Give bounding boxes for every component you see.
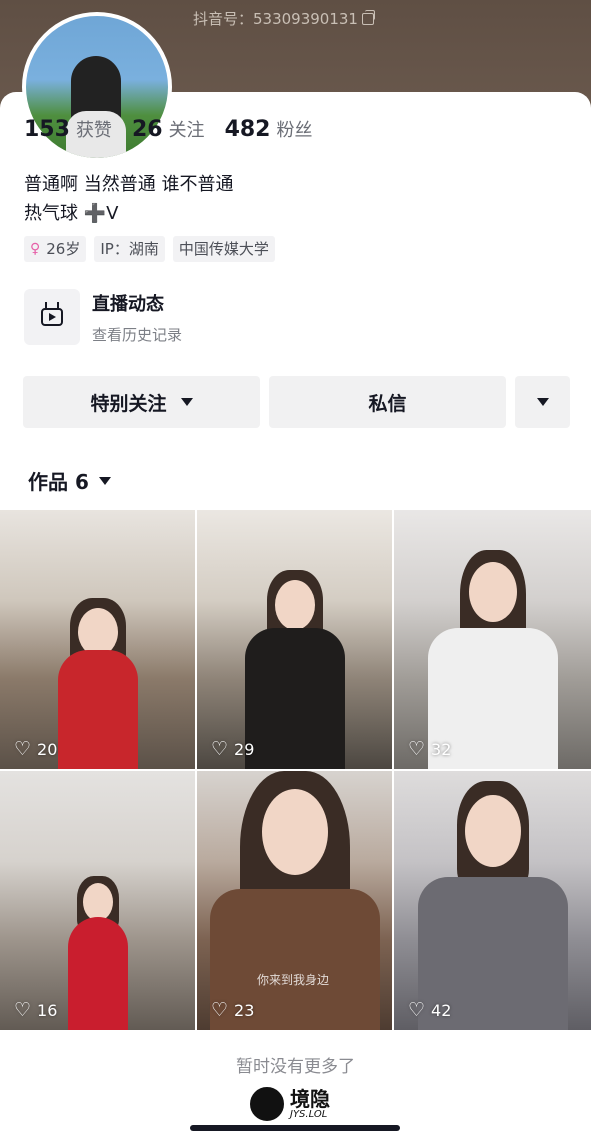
copy-icon[interactable]: [361, 9, 375, 25]
profile-bio: 普通啊 当然普通 谁不普通 热气球 ➕V: [24, 170, 233, 228]
ip-tag: IP：湖南: [94, 236, 165, 262]
bio-line: 热气球 ➕V: [24, 203, 119, 224]
profile-tags: ♀ 26岁 IP：湖南 中国传媒大学: [24, 236, 275, 262]
heart-icon: ♡: [211, 999, 229, 1021]
stat-followers[interactable]: 482 粉丝: [225, 116, 313, 142]
works-tab[interactable]: 作品 6: [28, 466, 111, 495]
female-icon: ♀: [30, 241, 41, 257]
video-thumbnail[interactable]: ♡ 42: [394, 771, 591, 1030]
live-history-entry[interactable]: 直播动态 查看历史记录: [24, 289, 182, 345]
heart-icon: ♡: [14, 999, 32, 1021]
message-button[interactable]: 私信: [269, 376, 506, 428]
like-count: ♡ 29: [211, 738, 255, 760]
age-tag: ♀ 26岁: [24, 236, 87, 262]
like-count: ♡ 16: [14, 999, 58, 1021]
profile-actions: 特别关注 私信: [23, 376, 570, 428]
video-thumbnail[interactable]: ♡ 32: [394, 510, 591, 769]
home-indicator[interactable]: [190, 1125, 400, 1131]
like-count: ♡ 42: [408, 999, 452, 1021]
live-title: 直播动态: [92, 293, 164, 315]
profile-card: 153 获赞 26 关注 482 粉丝 普通啊 当然普通 谁不普通 热气球 ➕V…: [0, 12, 591, 1143]
school-tag[interactable]: 中国传媒大学: [172, 236, 275, 262]
video-thumbnail[interactable]: ♡ 20: [0, 510, 195, 769]
like-count: ♡ 20: [14, 738, 58, 760]
video-caption: 你来到我身边: [257, 973, 330, 987]
caret-down-icon: [180, 398, 193, 406]
more-options-button[interactable]: [515, 376, 570, 428]
bio-line: 普通啊 当然普通 谁不普通: [24, 174, 234, 195]
special-follow-button[interactable]: 特别关注: [23, 376, 260, 428]
heart-icon: ♡: [14, 738, 32, 760]
stat-following[interactable]: 26 关注: [132, 116, 205, 142]
douyin-id[interactable]: 抖音号：53309390131: [193, 8, 375, 29]
no-more-text: 暂时没有更多了: [236, 1057, 355, 1077]
like-count: ♡ 23: [211, 999, 255, 1021]
profile-stats: 153 获赞 26 关注 482 粉丝: [24, 116, 313, 142]
heart-icon: ♡: [211, 738, 229, 760]
video-thumbnail[interactable]: ♡ 29: [197, 510, 392, 769]
stat-likes[interactable]: 153 获赞: [24, 116, 112, 142]
heart-icon: ♡: [408, 999, 426, 1021]
tv-icon: [41, 308, 63, 326]
live-icon-box: [24, 289, 80, 345]
like-count: ♡ 32: [408, 738, 452, 760]
video-thumbnail[interactable]: ♡ 16: [0, 771, 195, 1030]
caret-down-icon: [536, 398, 549, 406]
watermark: 境隐 JYS.LOL: [248, 1085, 330, 1123]
heart-icon: ♡: [408, 738, 426, 760]
watermark-logo: [248, 1085, 286, 1123]
works-grid: ♡ 20 ♡ 29 ♡ 32 ♡ 16 你来到我身边 ♡ 23 ♡ 42: [0, 510, 591, 1030]
caret-down-icon: [98, 476, 111, 485]
video-thumbnail[interactable]: 你来到我身边 ♡ 23: [197, 771, 392, 1030]
live-subtitle: 查看历史记录: [92, 325, 183, 344]
